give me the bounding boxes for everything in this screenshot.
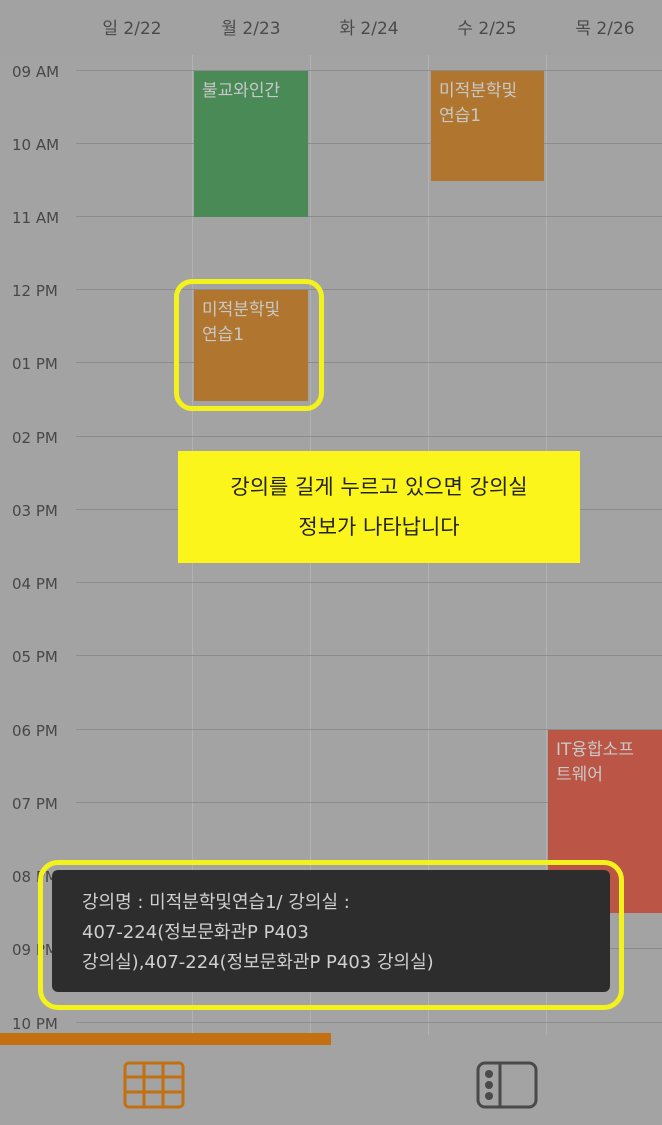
time-label: 01 PM [12, 355, 58, 373]
grid-icon[interactable] [123, 1061, 187, 1109]
event-title-line2: 연습1 [439, 106, 482, 126]
grid-line [76, 216, 662, 217]
list-icon[interactable] [476, 1061, 540, 1111]
active-tab-indicator [0, 1033, 331, 1045]
time-label: 05 PM [12, 648, 58, 666]
tip-line1: 강의를 길게 누르고 있으면 강의실 [230, 475, 528, 499]
event-title-line1: 미적분학및 [439, 81, 518, 101]
event-highlight-frame [174, 279, 324, 411]
day-sun: 일 2/22 [102, 19, 162, 39]
bottom-navigation [0, 1035, 662, 1125]
time-label: 10 AM [12, 136, 60, 154]
grid-line [76, 289, 662, 290]
time-label: 06 PM [12, 722, 58, 740]
grid-line [76, 1022, 662, 1023]
time-label: 11 AM [12, 209, 60, 227]
toast-line3: 강의실),407-224(정보문화관P P403 강의실) [82, 952, 434, 973]
event-title-line1: IT융합소프 [556, 740, 634, 760]
grid-line [76, 655, 662, 656]
time-label: 09 AM [12, 63, 60, 81]
day-wed: 수 2/25 [457, 19, 517, 39]
time-label: 04 PM [12, 575, 58, 593]
tutorial-tip-banner: 강의를 길게 누르고 있으면 강의실 정보가 나타납니다 [178, 451, 580, 563]
day-mon: 월 2/23 [221, 19, 281, 39]
day-header: 일 2/22 월 2/23 화 2/24 수 2/25 목 2/26 [0, 0, 662, 55]
event-title: 불교와인간 [202, 81, 281, 101]
time-label: 03 PM [12, 502, 58, 520]
event-title-line2: 트웨어 [556, 765, 603, 785]
time-label: 10 PM [12, 1015, 58, 1033]
event-calculus-wed[interactable]: 미적분학및 연습1 [431, 71, 544, 181]
day-tue: 화 2/24 [339, 19, 399, 39]
lecture-info-toast: 강의명 : 미적분학및연습1/ 강의실 : 407-224(정보문화관P P40… [52, 870, 610, 992]
grid-line [76, 362, 662, 363]
time-label: 07 PM [12, 795, 58, 813]
tip-line2: 정보가 나타납니다 [298, 515, 460, 539]
toast-line2: 407-224(정보문화관P P403 [82, 922, 309, 943]
event-buddhism[interactable]: 불교와인간 [194, 71, 308, 217]
grid-line [76, 436, 662, 437]
grid-line [76, 70, 662, 71]
time-label: 02 PM [12, 429, 58, 447]
time-label: 12 PM [12, 282, 58, 300]
day-thu: 목 2/26 [575, 19, 635, 39]
toast-line1: 강의명 : 미적분학및연습1/ 강의실 : [82, 892, 350, 913]
grid-line [76, 582, 662, 583]
grid-line [76, 143, 662, 144]
